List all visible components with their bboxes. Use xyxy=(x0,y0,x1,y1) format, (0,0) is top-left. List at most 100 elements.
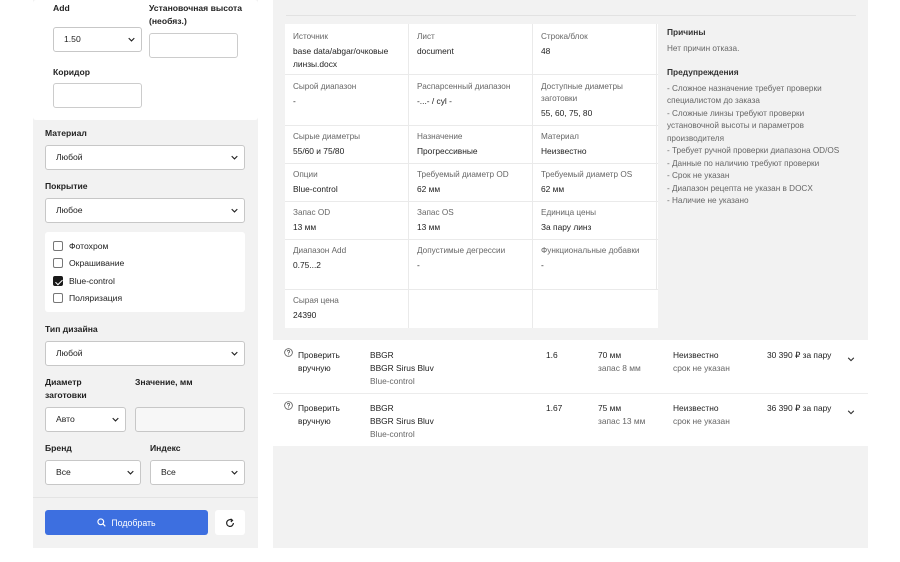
detail-cell-reserve-od: Запас OD 13 мм xyxy=(293,207,417,234)
chevron-down-icon[interactable] xyxy=(847,355,855,363)
result-brand: BBGR xyxy=(370,403,394,413)
detail-value: base data/abgar/очковые линзы.docx xyxy=(293,46,389,69)
result-row[interactable]: Проверить вручную BBGR BBGR Sirus Bluv B… xyxy=(273,341,868,394)
warning-item: - Сложные линзы требуют проверки установ… xyxy=(667,108,805,143)
brand-label: Бренд xyxy=(45,443,72,453)
detail-cell-material: Материал Неизвестно xyxy=(541,131,665,158)
detail-key: Требуемый диаметр OD xyxy=(417,170,509,179)
search-icon xyxy=(97,518,107,527)
warning-item: - Срок не указан xyxy=(667,171,730,180)
result-status: Проверить вручную xyxy=(298,350,340,373)
detail-cell-purpose: Назначение Прогрессивные xyxy=(417,131,541,158)
result-index: 1.6 xyxy=(546,350,558,360)
blank-diameter-value: Авто xyxy=(56,414,75,424)
detail-key: Диапазон Add xyxy=(293,246,347,255)
checkbox-blue-control[interactable]: Blue-control xyxy=(53,274,115,288)
mount-height-input[interactable] xyxy=(149,33,238,58)
detail-key: Лист xyxy=(417,32,435,41)
grid-line xyxy=(285,74,658,75)
detail-cell-degressions: Допустимые дегрессии - xyxy=(417,245,541,272)
result-index: 1.67 xyxy=(546,403,563,413)
reasons-warnings-panel: Причины Нет причин отказа. Предупреждени… xyxy=(667,24,857,208)
index-label: Индекс xyxy=(150,443,181,453)
detail-cell-sheet: Лист document xyxy=(417,31,541,58)
add-select-value: 1.50 xyxy=(64,34,81,44)
corridor-input[interactable] xyxy=(53,83,142,108)
warning-item: - Сложное назначение требует проверки сп… xyxy=(667,83,822,106)
result-product: BBGR Sirus Bluv xyxy=(370,362,434,373)
index-select[interactable]: Все xyxy=(150,460,245,485)
detail-value: -...- / cyl - xyxy=(417,96,452,106)
results-empty-area xyxy=(273,446,868,548)
detail-key: Сырые диаметры xyxy=(293,132,361,141)
detail-grid: Источник base data/abgar/очковые линзы.do… xyxy=(285,24,658,328)
design-select[interactable]: Любой xyxy=(45,341,245,366)
detail-value: 13 мм xyxy=(417,222,441,232)
brand-select[interactable]: Все xyxy=(45,460,141,485)
checkbox-photochrome[interactable]: Фотохром xyxy=(53,239,108,253)
checkbox-polarization[interactable]: Поляризация xyxy=(53,291,122,305)
result-status: Проверить вручную xyxy=(298,403,340,426)
detail-value: 62 мм xyxy=(417,184,441,194)
chevron-down-icon[interactable] xyxy=(847,408,855,416)
result-option: Blue-control xyxy=(370,428,415,439)
warnings-title: Предупреждения xyxy=(667,66,739,77)
detail-value: Прогрессивные xyxy=(417,146,478,156)
result-term: срок не указан xyxy=(673,362,730,373)
grid-line xyxy=(285,289,658,290)
material-label: Материал xyxy=(45,128,87,138)
detail-key: Требуемый диаметр OS xyxy=(541,170,633,179)
warning-item: - Наличие не указано xyxy=(667,196,749,205)
result-brand: BBGR xyxy=(370,350,394,360)
detail-cell-add-range: Диапазон Add 0.75...2 xyxy=(293,245,417,272)
material-select[interactable]: Любой xyxy=(45,145,245,170)
detail-key: Назначение xyxy=(417,132,463,141)
checkbox-tint[interactable]: Окрашивание xyxy=(53,256,124,270)
brand-select-value: Все xyxy=(56,467,71,477)
result-reserve: запас 13 мм xyxy=(598,415,646,426)
result-row[interactable]: Проверить вручную BBGR BBGR Sirus Bluv B… xyxy=(273,394,868,447)
checkbox-label: Поляризация xyxy=(69,293,123,303)
result-diameter-cell: 70 мм запас 8 мм xyxy=(598,349,641,375)
reset-button[interactable] xyxy=(215,510,245,535)
mount-height-label: Установочная высота (необяз.) xyxy=(149,3,243,26)
previous-row-edge xyxy=(286,0,856,16)
corridor-label: Коридор xyxy=(53,67,90,77)
checkbox-box xyxy=(53,293,63,303)
divider xyxy=(33,497,258,498)
detail-value: - xyxy=(293,96,296,106)
detail-cell-reserve-os: Запас OS 13 мм xyxy=(417,207,541,234)
result-product-cell: BBGR BBGR Sirus Bluv Blue-control xyxy=(370,402,530,440)
add-card: Add Установочная высота (необяз.) 1.50 К… xyxy=(33,0,258,120)
add-select[interactable]: 1.50 xyxy=(53,27,142,52)
grid-line xyxy=(285,125,658,126)
detail-value: document xyxy=(417,46,454,56)
result-availability: Неизвестно xyxy=(673,350,719,360)
grid-line xyxy=(285,239,658,240)
detail-value: 55/60 и 75/80 xyxy=(293,146,345,156)
checkbox-box-checked xyxy=(53,276,63,286)
detail-key: Источник xyxy=(293,32,328,41)
design-select-value: Любой xyxy=(56,348,83,358)
detail-key: Сырая цена xyxy=(293,296,339,305)
grid-line xyxy=(285,163,658,164)
result-price: 30 390 ₽ за пару xyxy=(767,350,832,360)
detail-key: Допустимые дегрессии xyxy=(417,246,506,255)
detail-cell-available-diameters: Доступные диаметры заготовки 55, 60, 75, … xyxy=(541,81,651,120)
info-icon xyxy=(284,401,293,410)
reasons-text: Нет причин отказа. xyxy=(667,44,740,53)
detail-key: Запас OD xyxy=(293,208,331,217)
blank-diameter-select[interactable]: Авто xyxy=(45,407,126,432)
detail-cell-row: Строка/блок 48 xyxy=(541,31,665,58)
detail-value: - xyxy=(417,260,420,270)
info-icon xyxy=(284,348,293,357)
detail-value: 13 мм xyxy=(293,222,317,232)
design-label: Тип дизайна xyxy=(45,324,98,334)
blank-diameter-label: Диаметр заготовки xyxy=(45,377,87,400)
chevron-down-icon xyxy=(127,470,134,475)
checkbox-label: Окрашивание xyxy=(69,258,125,268)
submit-button[interactable]: Подобрать xyxy=(45,510,208,535)
value-mm-input[interactable] xyxy=(135,407,245,432)
detail-key: Распарсенный диапазон xyxy=(417,82,511,91)
coating-select[interactable]: Любое xyxy=(45,198,245,223)
